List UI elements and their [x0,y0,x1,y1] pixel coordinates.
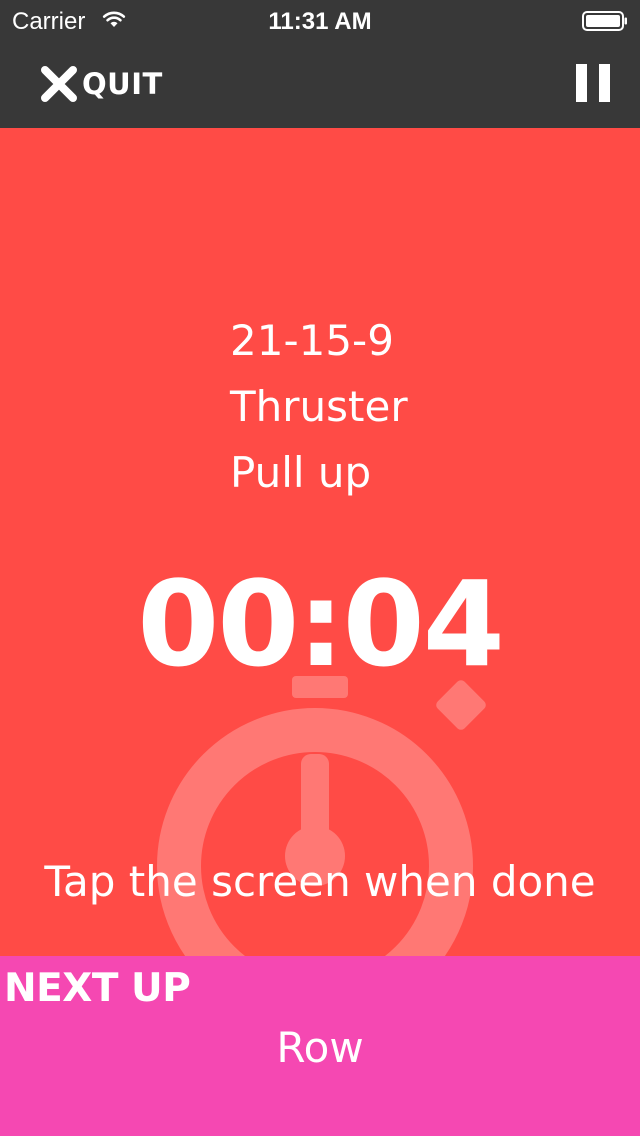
next-up-panel: NEXT UP Row [0,956,640,1136]
stopwatch-icon [157,676,486,956]
pause-icon [576,64,610,102]
status-bar: Carrier 11:31 AM [0,0,640,40]
workout-description: 21-15-9 Thruster Pull up [230,308,408,506]
status-time: 11:31 AM [268,8,372,35]
battery-icon [582,11,627,31]
nav-bar: QUIT [0,40,640,128]
tap-hint: Tap the screen when done [44,857,596,906]
workout-tap-area[interactable]: 21-15-9 Thruster Pull up 00:04 Tap the s… [0,128,640,956]
workout-scheme: 21-15-9 [230,316,394,365]
pause-button[interactable] [576,64,610,102]
quit-label: QUIT [82,67,163,101]
quit-button[interactable]: QUIT [40,64,163,104]
next-up-exercise: Row [276,1023,364,1072]
workout-exercise-1: Thruster [230,382,408,431]
elapsed-timer: 00:04 [137,555,505,693]
next-up-title: NEXT UP [4,966,191,1011]
workout-exercise-2: Pull up [230,448,372,497]
close-icon [41,66,77,102]
